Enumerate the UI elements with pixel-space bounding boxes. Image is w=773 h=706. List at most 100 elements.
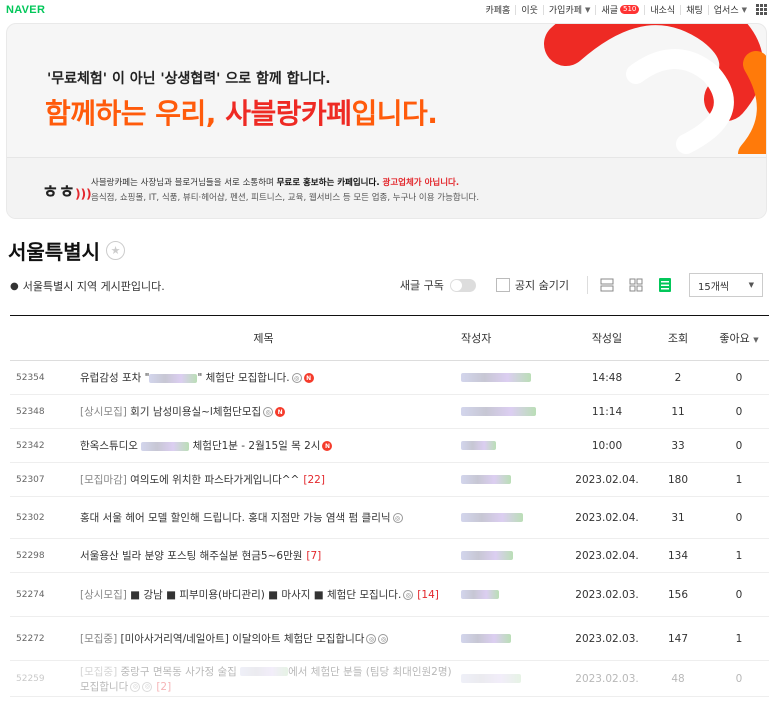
article-title[interactable]: 한옥스튜디오	[80, 440, 141, 452]
board-title: 서울특별시	[8, 240, 100, 264]
author-name-blurred[interactable]	[461, 441, 496, 450]
sort-caret-icon: ▼	[753, 336, 759, 344]
comment-count[interactable]: [2]	[156, 681, 171, 693]
cafe-banner[interactable]: '무료체험' 이 아닌 '상생협력' 으로 함께 합니다. 함께하는 우리, 사…	[6, 23, 767, 219]
article-title-cell[interactable]: [상시모집] ■ 강남 ■ 피부미용(바디관리) ■ 마사지 ■ 체험단 모집니…	[72, 572, 455, 617]
article-likes: 0	[709, 496, 769, 539]
table-row[interactable]: 52274 [상시모집] ■ 강남 ■ 피부미용(바디관리) ■ 마사지 ■ 체험…	[10, 572, 769, 617]
article-title[interactable]: [미아사거리역/네일아트] 이달의아트 체험단 모집합니다	[117, 633, 365, 645]
article-title[interactable]: 중랑구 면목동 사가정 술집	[117, 666, 240, 678]
page-size-select[interactable]: 15개씩 ▼	[689, 273, 763, 297]
naver-logo[interactable]: NAVER	[6, 4, 45, 16]
article-title-cell[interactable]: [상시모집] 회기 남성미용실~l체험단모집 ◎ N	[72, 394, 455, 429]
slogan-part-2: 입니다.	[351, 97, 438, 130]
gnb-item-6[interactable]: 업서스 ▼	[707, 4, 752, 16]
subscribe-toggle[interactable]	[449, 278, 476, 292]
article-views: 147	[647, 616, 709, 661]
author-name-blurred[interactable]	[461, 634, 511, 643]
blurred-name	[240, 667, 289, 676]
article-views: 11	[647, 394, 709, 429]
article-date: 2023.02.03.	[567, 660, 647, 697]
author-name-blurred[interactable]	[461, 475, 511, 484]
article-title-rest[interactable]: " 체험단 모집합니다.	[197, 372, 289, 384]
article-date: 2023.02.04.	[567, 496, 647, 539]
article-title[interactable]: 서울용산 빌라 분양 포스팅 해주실분 현금5~6만원	[80, 550, 302, 562]
gnb-item-4[interactable]: 내소식	[644, 4, 680, 16]
article-title[interactable]: 유럽감성 포차 "	[80, 372, 149, 384]
app-grid-icon[interactable]	[756, 4, 767, 15]
attachment-icon: ◎	[378, 634, 389, 644]
article-date: 14:48	[567, 360, 647, 395]
comment-count[interactable]: [14]	[417, 589, 439, 601]
table-row[interactable]: 52342 한옥스튜디오 체험단1분 - 2월15일 목 2시 N 10:00 33 0	[10, 428, 769, 463]
article-title-cell[interactable]: [모집마감] 여의도에 위치한 파스타가게입니다^^ [22]	[72, 462, 455, 497]
table-row[interactable]: 52354 유럽감성 포차 " " 체험단 모집합니다. ◎ N 14:48 2 0	[10, 360, 769, 395]
author-name-blurred[interactable]	[461, 590, 499, 599]
author-cell[interactable]	[455, 394, 567, 429]
author-name-blurred[interactable]	[461, 551, 513, 560]
table-row[interactable]: 52348 [상시모집] 회기 남성미용실~l체험단모집 ◎ N 11:14 11 0	[10, 394, 769, 429]
article-likes: 0	[709, 660, 769, 697]
table-row[interactable]: 52259 [모집중] 중랑구 면목동 사가정 술집 에서 체험단 분들 (팀당 …	[10, 660, 769, 697]
author-cell[interactable]	[455, 660, 567, 697]
comment-count[interactable]: [7]	[306, 550, 321, 562]
article-title-rest[interactable]: 체험단1분 - 2월15일 목 2시	[189, 440, 321, 452]
board-controls: 새글 구독 공지 숨기기 15개씩 ▼	[400, 273, 763, 297]
author-cell[interactable]	[455, 616, 567, 661]
author-cell[interactable]	[455, 538, 567, 573]
list-view-icon[interactable]	[600, 278, 614, 292]
comment-count[interactable]: [22]	[303, 474, 325, 486]
author-name-blurred[interactable]	[461, 513, 523, 522]
table-row[interactable]: 52298 서울용산 빌라 분양 포스팅 해주실분 현금5~6만원 [7] 2023.…	[10, 538, 769, 573]
banner-slogan: 함께하는 우리, 사블랑카페입니다.	[45, 92, 438, 132]
slogan-cafe-name: 사블랑카페	[225, 97, 352, 130]
banner-desc-2: 음식점, 쇼핑몰, IT, 식품, 뷰티·헤어샵, 펜션, 피트니스, 교육, …	[91, 193, 480, 203]
favorite-star-icon[interactable]: ★	[106, 241, 125, 260]
text-view-icon[interactable]	[658, 278, 672, 292]
global-nav: 카페홈 이웃 가입카페 ▼ 새글 510 내소식 채팅 업서스 ▼	[481, 4, 767, 16]
gnb-item-1[interactable]: 이웃	[515, 4, 543, 16]
article-prefix: [모집중]	[80, 633, 118, 645]
article-views: 2	[647, 360, 709, 395]
article-title-cell[interactable]: 홍대 서울 헤어 모델 할인해 드립니다. 홍대 지점만 가능 염색 펌 클리닉…	[72, 496, 455, 539]
hide-notice-checkbox[interactable]	[495, 278, 510, 292]
gnb-item-2[interactable]: 가입카페 ▼	[542, 4, 596, 16]
col-date: 작성일	[567, 315, 647, 361]
col-likes[interactable]: 좋아요 ▼	[709, 315, 769, 361]
grid-view-icon[interactable]	[629, 278, 643, 292]
author-cell[interactable]	[455, 360, 567, 395]
attachment-icon: ◎	[403, 590, 414, 600]
table-row[interactable]: 52307 [모집마감] 여의도에 위치한 파스타가게입니다^^ [22] 2023.…	[10, 462, 769, 497]
author-cell[interactable]	[455, 462, 567, 497]
article-views: 48	[647, 660, 709, 697]
desc1-c: 광고업체가 아닙니다.	[379, 178, 460, 188]
author-name-blurred[interactable]	[461, 674, 521, 683]
gnb-item-0[interactable]: 카페홈	[481, 5, 516, 16]
hide-notice-label[interactable]: 공지 숨기기	[515, 277, 569, 293]
gnb-item-3[interactable]: 새글 510	[595, 4, 644, 16]
article-title[interactable]: 여의도에 위치한 파스타가게입니다^^	[127, 474, 299, 486]
article-likes: 1	[709, 538, 769, 573]
top-navigation: NAVER 카페홈 이웃 가입카페 ▼ 새글 510 내소식 채팅 업서스 ▼	[0, 0, 773, 22]
article-title-cell[interactable]: [모집중] 중랑구 면목동 사가정 술집 에서 체험단 분들 (팀당 최대인원2…	[72, 660, 455, 697]
author-cell[interactable]	[455, 572, 567, 617]
attachment-icon: ◎	[263, 407, 274, 417]
author-cell[interactable]	[455, 496, 567, 539]
article-number: 52348	[10, 394, 72, 429]
article-likes: 1	[709, 462, 769, 497]
article-title[interactable]: 회기 남성미용실~l체험단모집	[127, 406, 261, 418]
article-likes: 1	[709, 616, 769, 661]
article-title-cell[interactable]: 서울용산 빌라 분양 포스팅 해주실분 현금5~6만원 [7]	[72, 538, 455, 573]
article-title[interactable]: ■ 강남 ■ 피부미용(바디관리) ■ 마사지 ■ 체험단 모집니다.	[127, 589, 401, 601]
article-title-cell[interactable]: [모집중] [미아사거리역/네일아트] 이달의아트 체험단 모집합니다 ◎ ◎	[72, 616, 455, 661]
gnb-item-5[interactable]: 채팅	[680, 4, 708, 16]
article-title-cell[interactable]: 한옥스튜디오 체험단1분 - 2월15일 목 2시 N	[72, 428, 455, 463]
table-row[interactable]: 52272 [모집중] [미아사거리역/네일아트] 이달의아트 체험단 모집합니다…	[10, 616, 769, 661]
author-name-blurred[interactable]	[461, 407, 536, 416]
gnb-label: 가입카페	[548, 6, 583, 16]
author-name-blurred[interactable]	[461, 373, 531, 382]
article-title-cell[interactable]: 유럽감성 포차 " " 체험단 모집합니다. ◎ N	[72, 360, 455, 395]
article-title[interactable]: 홍대 서울 헤어 모델 할인해 드립니다. 홍대 지점만 가능 염색 펌 클리닉	[80, 512, 391, 524]
table-row[interactable]: 52302 홍대 서울 헤어 모델 할인해 드립니다. 홍대 지점만 가능 염색 …	[10, 496, 769, 539]
author-cell[interactable]	[455, 428, 567, 463]
